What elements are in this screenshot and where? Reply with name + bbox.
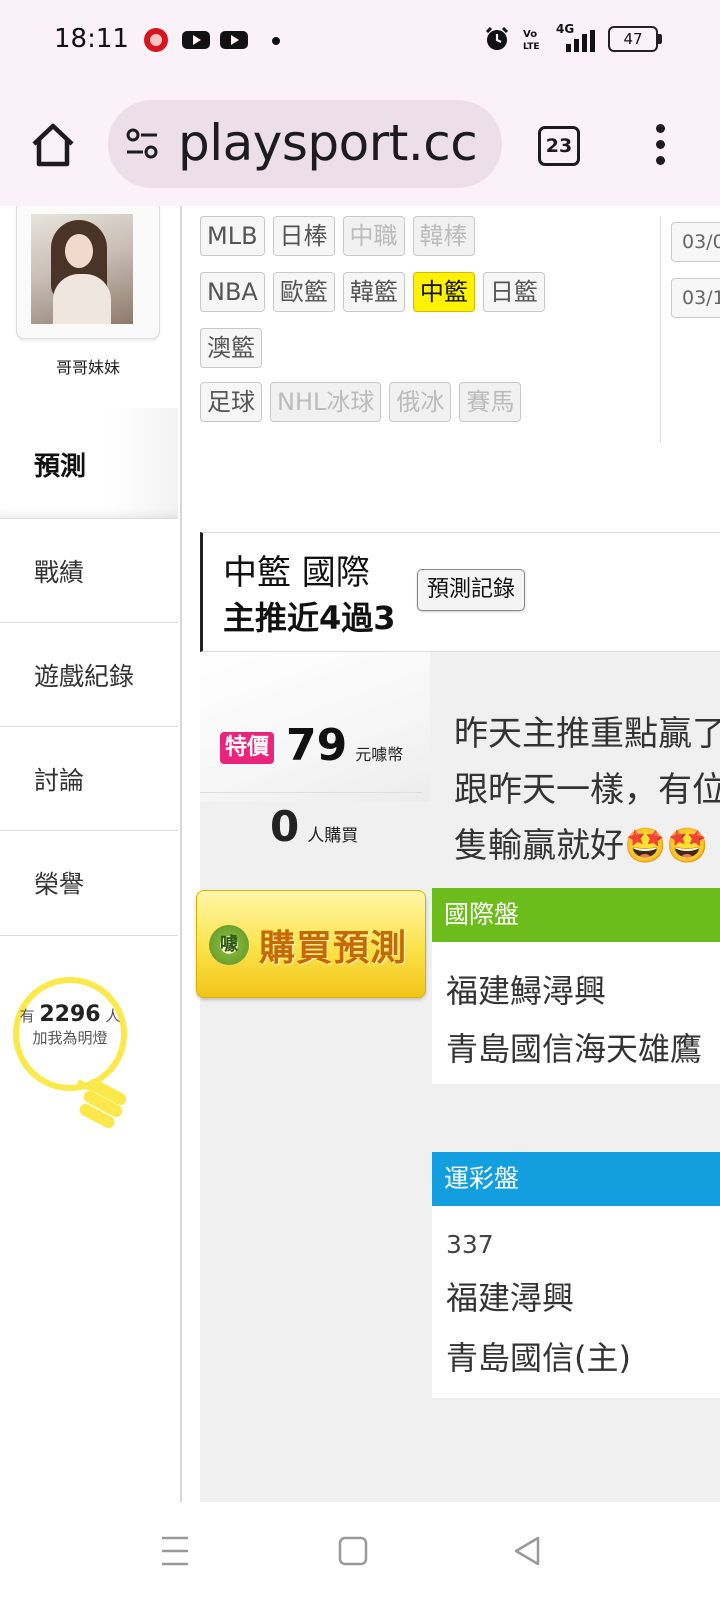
sale-badge: 特價 — [220, 732, 275, 764]
sport-tag-row: 澳籃 — [200, 328, 262, 368]
team-name: 青島國信海天雄鷹 — [446, 1030, 703, 1068]
sidebar-item-label: 榮譽 — [34, 870, 85, 899]
profile-sidebar: 哥哥妹妹 預測 戰績 遊戲紀錄 討論 榮譽 有 2296 人 加我為明燈 — [0, 206, 182, 1502]
prediction-description: 昨天主推重點贏了 跟昨天一樣，有位 隻輸贏就好🤩🤩 — [454, 714, 720, 866]
date-chip[interactable]: 03/1 — [671, 278, 720, 318]
sidebar-item-discussion[interactable]: 討論 — [0, 726, 178, 831]
volte-icon: Vo LTE — [523, 29, 540, 52]
sidebar-item-label: 討論 — [34, 766, 85, 795]
prediction-subtitle: 主推近4過3 — [223, 599, 396, 637]
price-value: 79 — [286, 720, 348, 771]
tag-euro-basketball[interactable]: 歐籃 — [272, 272, 335, 312]
back-icon[interactable] — [512, 1534, 542, 1568]
buyers-row: 0 人購買 — [270, 802, 358, 851]
status-time: 18:11 — [54, 24, 129, 54]
status-indicators: Vo LTE 4G 47 — [484, 22, 662, 52]
sidebar-item-record[interactable]: 戰績 — [0, 518, 178, 623]
sidebar-item-game-log[interactable]: 遊戲紀錄 — [0, 622, 178, 727]
tag-kbo[interactable]: 韓棒 — [412, 216, 475, 256]
recent-apps-icon[interactable] — [160, 1534, 190, 1568]
youtube-icon — [182, 31, 210, 49]
game-code: 337 — [446, 1230, 494, 1259]
sport-tag-row: NBA 歐籃 韓籃 中籃 日籃 — [200, 272, 545, 312]
lottery-odds-box: 運彩盤 337 福建潯興 青島國信(主) — [432, 1152, 720, 1398]
international-odds-box: 國際盤 福建鱘潯興 青島國信海天雄鷹 — [432, 888, 720, 1084]
lightbulb-icon — [13, 977, 127, 1129]
tag-nba[interactable]: NBA — [200, 272, 265, 312]
youtube-icon — [220, 31, 248, 49]
team-name: 福建鱘潯興 — [446, 972, 607, 1010]
tag-mlb[interactable]: MLB — [200, 216, 265, 256]
notification-dot — [272, 37, 280, 45]
svg-text:LTE: LTE — [523, 42, 540, 52]
follow-caption: 加我為明燈 — [32, 1029, 108, 1047]
status-bar: 18:11 Vo LTE 4G 47 — [0, 0, 720, 82]
team-name: 福建潯興 — [446, 1279, 575, 1317]
web-page: 哥哥妹妹 預測 戰績 遊戲紀錄 討論 榮譽 有 2296 人 加我為明燈 MLB… — [0, 206, 720, 1502]
alarm-icon — [485, 26, 509, 50]
tab-switcher-button[interactable]: 23 — [538, 126, 580, 166]
tag-khl[interactable]: 俄冰 — [389, 382, 452, 422]
tag-japan-basketball[interactable]: 日籃 — [482, 272, 545, 312]
avatar-card[interactable] — [16, 206, 160, 339]
sidebar-item-label: 預測 — [34, 452, 87, 482]
sidebar-item-honor[interactable]: 榮譽 — [0, 830, 178, 936]
home-icon[interactable] — [338, 1534, 368, 1568]
follow-lightbulb[interactable]: 有 2296 人 加我為明燈 — [12, 976, 152, 1136]
sport-tag-row: MLB 日棒 中職 韓棒 — [200, 216, 475, 256]
address-bar[interactable]: playsport.cc — [108, 100, 502, 188]
tag-soccer[interactable]: 足球 — [200, 382, 262, 422]
team-name: 青島國信(主) — [446, 1339, 631, 1377]
app-red-icon — [144, 28, 168, 52]
sidebar-item-prediction[interactable]: 預測 — [0, 408, 178, 518]
signal-icon: 4G — [556, 22, 596, 52]
date-chip[interactable]: 03/0 — [671, 222, 720, 262]
svg-text:Vo: Vo — [523, 29, 537, 40]
tag-korea-basketball[interactable]: 韓籃 — [342, 272, 405, 312]
browser-toolbar: playsport.cc 23 — [0, 82, 720, 206]
tag-cpbl[interactable]: 中職 — [342, 216, 405, 256]
sport-tag-row: 足球 NHL冰球 俄冰 賽馬 — [200, 382, 522, 422]
home-icon[interactable] — [28, 120, 78, 170]
buy-prediction-label: 購買預測 — [259, 928, 408, 969]
international-odds-header: 國際盤 — [432, 888, 720, 942]
buyers-count: 0 — [270, 802, 300, 851]
site-settings-icon[interactable] — [124, 126, 160, 162]
prediction-card: 特價 79 元噱幣 0 人購買 噱 購買預測 昨天主推重點贏了 跟昨天一樣，有位… — [196, 652, 720, 1502]
price-unit: 元噱幣 — [355, 745, 404, 764]
prediction-record-button[interactable]: 預測記錄 — [417, 569, 526, 611]
buy-prediction-button[interactable]: 噱 購買預測 — [196, 890, 426, 998]
tag-china-basketball[interactable]: 中籃 — [412, 272, 475, 312]
user-name[interactable]: 哥哥妹妹 — [0, 354, 176, 378]
tag-nhl[interactable]: NHL冰球 — [270, 382, 382, 422]
prediction-title: 中籃 國際 — [223, 553, 370, 593]
tag-australia-basketball[interactable]: 澳籃 — [200, 328, 262, 368]
prediction-header: 中籃 國際 主推近4過3 預測記錄 — [200, 532, 720, 652]
coin-icon: 噱 — [209, 925, 249, 965]
follower-text: 有 2296 人 加我為明燈 — [19, 1002, 121, 1048]
buyers-unit: 人購買 — [307, 826, 359, 846]
system-nav-bar — [0, 1502, 720, 1604]
follower-count: 2296 — [39, 1002, 101, 1027]
avatar[interactable] — [31, 214, 133, 324]
main-content: MLB 日棒 中職 韓棒 NBA 歐籃 韓籃 中籃 日籃 澳籃 足球 NHL冰球… — [196, 206, 720, 1502]
sidebar-item-label: 遊戲紀錄 — [34, 662, 135, 691]
tag-horse-racing[interactable]: 賽馬 — [459, 382, 522, 422]
tag-npb[interactable]: 日棒 — [272, 216, 335, 256]
lottery-odds-header: 運彩盤 — [432, 1152, 720, 1206]
price-row: 特價 79 元噱幣 — [220, 720, 403, 771]
sidebar-item-label: 戰績 — [34, 558, 85, 587]
date-selector: 03/0 03/1 — [660, 216, 720, 442]
more-menu-icon[interactable] — [652, 124, 668, 168]
battery-icon: 47 — [608, 26, 662, 52]
url-text[interactable]: playsport.cc — [178, 114, 478, 172]
